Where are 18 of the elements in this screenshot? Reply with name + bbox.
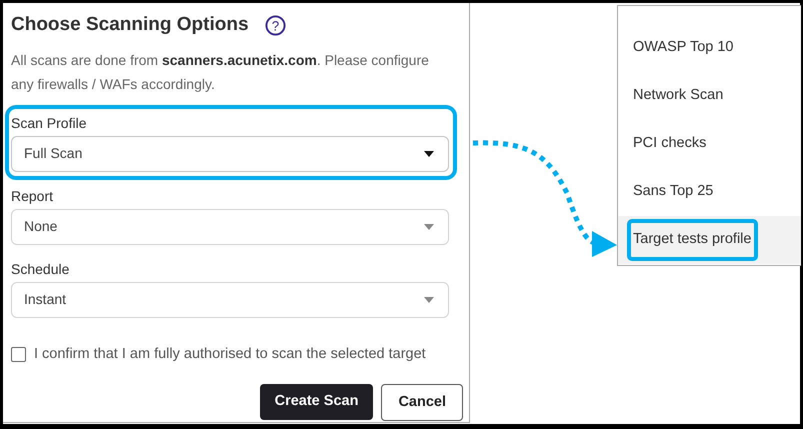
checkbox[interactable] [11,346,26,362]
select-field[interactable]: None [11,208,449,244]
description-text: All scans are done from scanners.acunetix.com. Please configure any firewalls / WAFs accordingly. [11,50,430,94]
field-label: Schedule [11,260,70,278]
dropdown-item[interactable]: OWASP Top 10 [618,24,801,72]
dropdown-item[interactable]: Sans Top 25 [618,168,801,216]
help-icon[interactable]: ? [264,14,286,36]
create-scan-button[interactable]: Create Scan [260,384,374,420]
cancel-button[interactable]: Cancel [381,384,463,422]
dropdown-item[interactable]: Target tests profile [618,216,801,264]
field-label: Scan Profile [11,114,88,132]
dropdown-item[interactable]: Network Scan [618,72,801,120]
select-field[interactable]: Full Scan [11,136,449,172]
dropdown-item[interactable]: PCI checks [618,120,801,168]
dialog-title: Choose Scanning Options [11,13,249,37]
checkbox-label: I confirm that I am fully authorised to scan the selected target [34,344,426,364]
field-label: Report [11,188,54,204]
select-field[interactable]: Instant [11,282,449,318]
